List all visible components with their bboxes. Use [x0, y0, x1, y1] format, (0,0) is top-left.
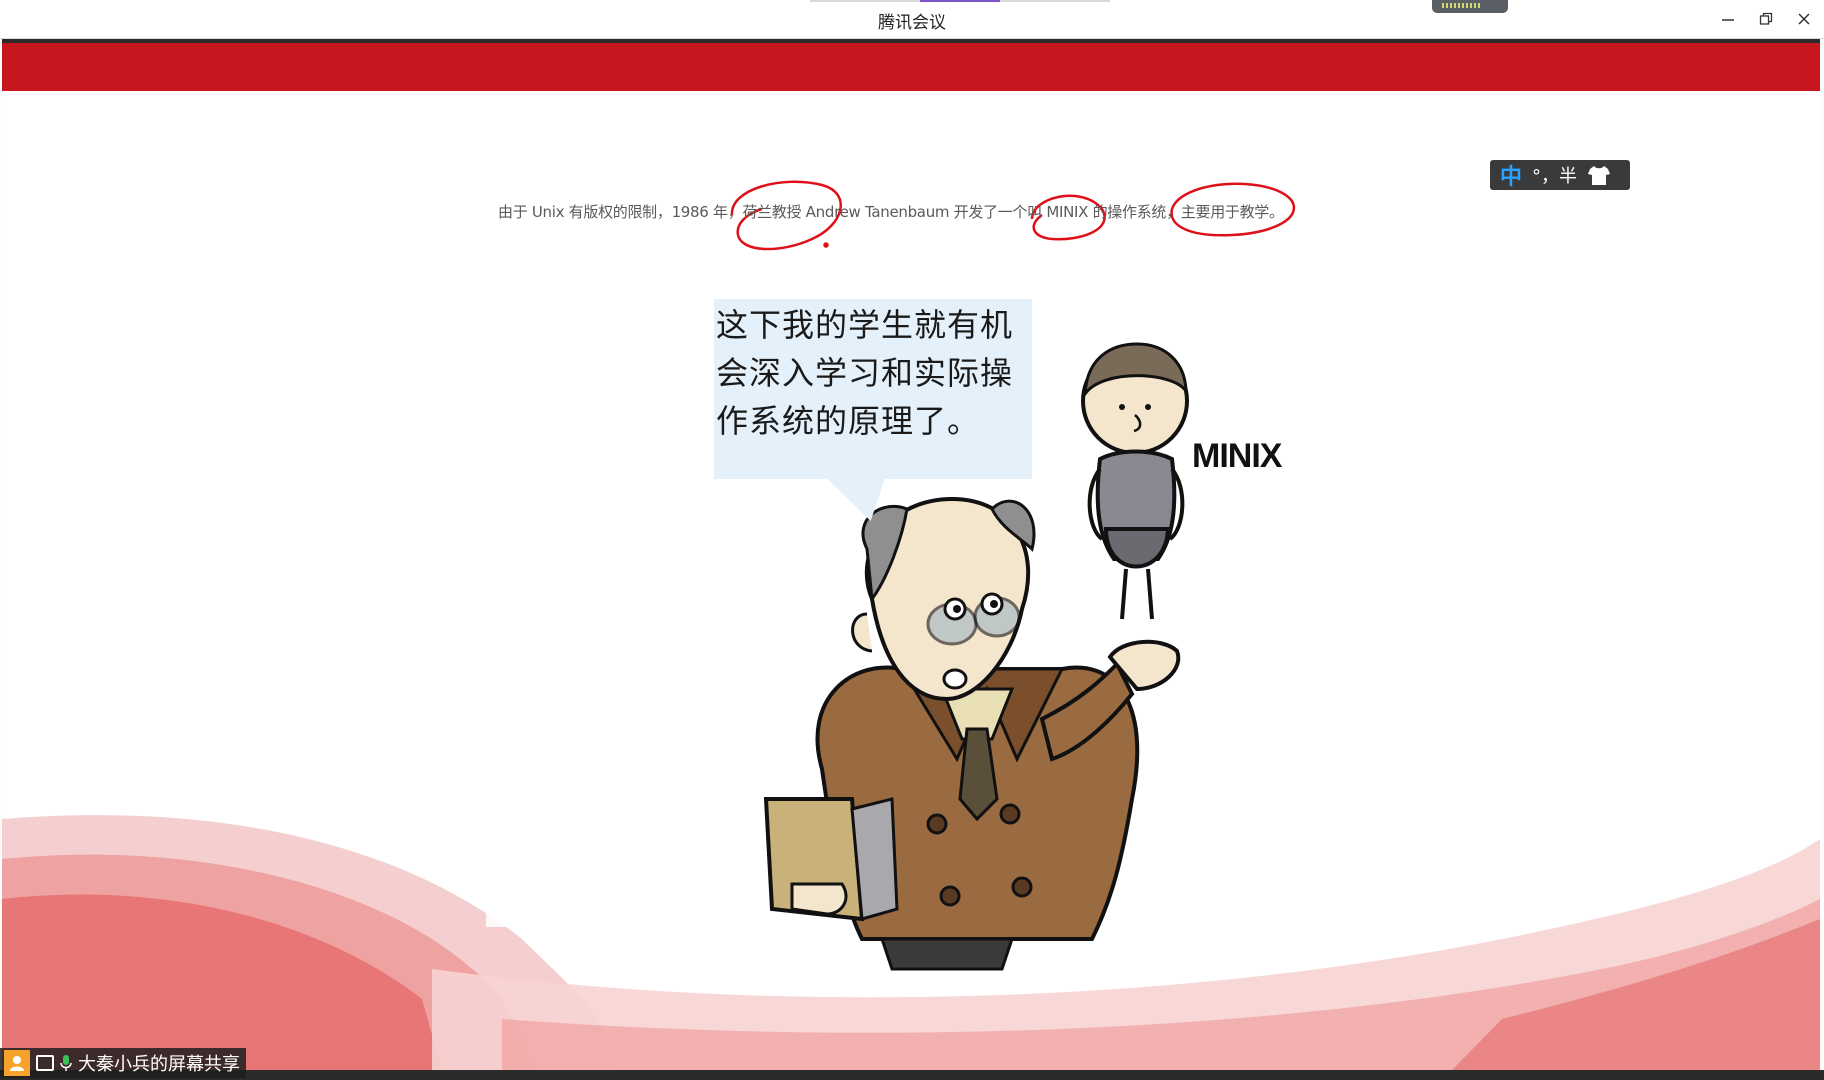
screen-share-label: 大秦小兵的屏幕共享 — [78, 1054, 240, 1075]
signal-bars-icon — [1442, 3, 1482, 8]
ime-toolbar[interactable]: 中 °，半 — [1490, 160, 1630, 190]
close-button[interactable] — [1790, 6, 1818, 32]
shirt-icon[interactable] — [1587, 164, 1611, 186]
ime-symbol-toggle[interactable]: °，半 — [1532, 162, 1577, 188]
speech-line-1: 这下我的学生就有机 — [716, 306, 1014, 344]
ime-mode-toggle[interactable]: 中 — [1500, 159, 1522, 191]
red-wave-decoration — [2, 815, 1820, 1070]
presentation-slide: 由于 Unix 有版权的限制，1986 年，荷兰教授 Andrew Tanenb… — [2, 39, 1820, 1070]
minix-label: MINIX — [1192, 437, 1282, 475]
restore-icon — [1759, 12, 1773, 25]
speech-bubble-text: 这下我的学生就有机 会深入学习和实际操 作系统的原理了。 — [716, 301, 1026, 445]
network-status-widget[interactable] — [1432, 0, 1508, 13]
professor-character — [763, 496, 1181, 971]
screen-share-icon — [36, 1055, 54, 1071]
user-avatar-icon — [4, 1050, 30, 1076]
minimize-icon — [1722, 19, 1734, 21]
slide-illustration — [2, 180, 1820, 1070]
speech-bubble-tail — [825, 477, 911, 521]
shared-screen[interactable]: 由于 Unix 有版权的限制，1986 年，荷兰教授 Andrew Tanenb… — [0, 39, 1824, 1070]
minimize-button[interactable] — [1714, 6, 1742, 32]
close-icon — [1798, 13, 1810, 25]
title-bar: 腾讯会议 — [0, 0, 1824, 39]
drag-handle-accent — [920, 0, 1000, 2]
bottom-edge — [0, 1070, 1824, 1080]
restore-button[interactable] — [1752, 6, 1780, 32]
speech-line-2: 会深入学习和实际操 — [716, 354, 1014, 392]
slide-caption: 由于 Unix 有版权的限制，1986 年，荷兰教授 Andrew Tanenb… — [498, 203, 1284, 221]
microphone-icon — [58, 1053, 74, 1073]
drag-handle[interactable] — [810, 0, 1110, 2]
minix-doll — [1081, 342, 1189, 620]
screen-share-status[interactable]: 大秦小兵的屏幕共享 — [0, 1048, 246, 1078]
window-title: 腾讯会议 — [878, 13, 946, 33]
speech-line-3: 作系统的原理了。 — [716, 402, 981, 440]
slide-header-band — [2, 43, 1820, 91]
